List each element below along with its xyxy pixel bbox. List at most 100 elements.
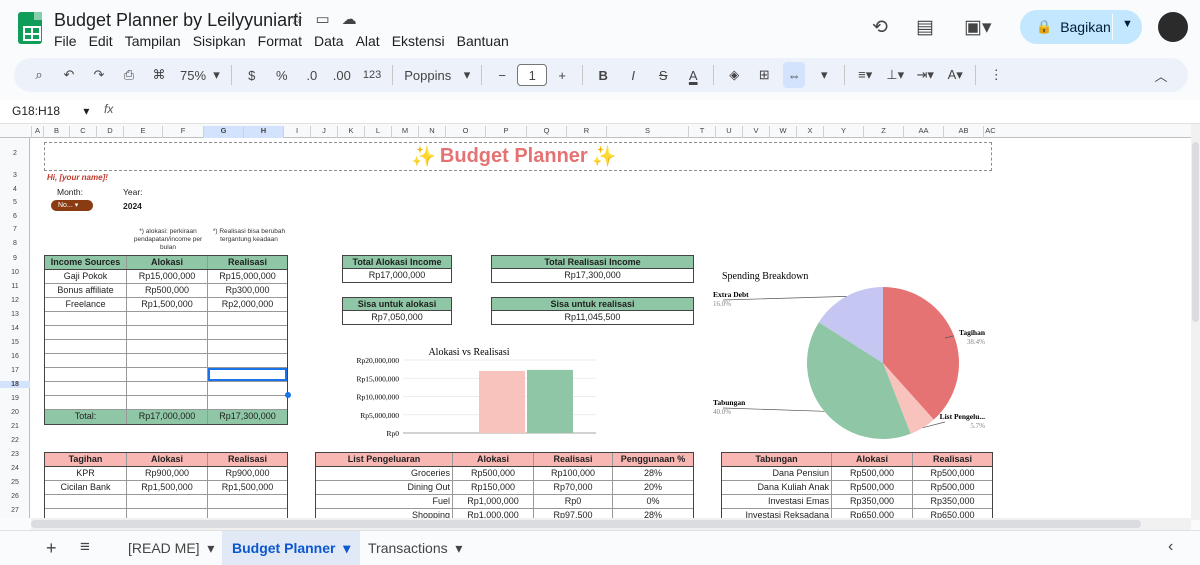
sheet-grid[interactable]: ✨ Budget Planner ✨ Hi, [your name]! Mont… (31, 138, 1191, 518)
cell[interactable]: 28% (613, 467, 693, 480)
cell[interactable]: Rp100,000 (534, 467, 613, 480)
search-icon[interactable]: ⌕ (28, 62, 50, 88)
cell[interactable]: Rp70,000 (534, 481, 613, 494)
menu-edit[interactable]: Edit (89, 33, 113, 49)
add-sheet-icon[interactable]: + (46, 538, 57, 559)
cell[interactable]: Rp650,000 (913, 509, 992, 518)
table-row[interactable]: Freelance Rp1,500,000 Rp2,000,000 (45, 298, 287, 312)
percent-format-button[interactable]: % (271, 62, 293, 88)
column-header-w[interactable]: W (769, 126, 796, 138)
cell[interactable]: Rp650,000 (832, 509, 913, 518)
column-header-s[interactable]: S (606, 126, 688, 138)
text-wrap-icon[interactable]: ⇥▾ (914, 62, 936, 88)
column-header-e[interactable]: E (123, 126, 162, 138)
cell[interactable]: Investasi Reksadana (722, 509, 832, 518)
column-header-l[interactable]: L (364, 126, 391, 138)
undo-icon[interactable]: ↶ (58, 62, 80, 88)
cell[interactable]: 28% (613, 509, 693, 518)
bar-series-2[interactable] (527, 369, 573, 433)
cell[interactable]: 0% (613, 495, 693, 508)
font-size-decrease-icon[interactable]: − (491, 62, 513, 88)
table-row[interactable] (45, 396, 287, 410)
table-row[interactable]: Shopping Rp1,000,000 Rp97,500 28% (316, 509, 693, 518)
font-size-increase-icon[interactable]: + (551, 62, 573, 88)
table-row[interactable] (45, 354, 287, 368)
cell[interactable]: Dining Out (316, 481, 453, 494)
table-row[interactable] (45, 368, 287, 382)
print-icon[interactable]: ⎙ (118, 62, 140, 88)
increase-decimal-button[interactable]: .00 (331, 62, 353, 88)
column-header-h[interactable]: H (243, 126, 283, 138)
cell[interactable]: Rp500,000 (127, 284, 208, 297)
column-header-v[interactable]: V (742, 126, 769, 138)
more-options-icon[interactable]: ⋮ (985, 62, 1007, 88)
cell[interactable]: Rp500,000 (453, 467, 534, 480)
column-header-n[interactable]: N (418, 126, 445, 138)
month-dropdown[interactable]: No... ▾ (51, 200, 93, 211)
cell[interactable]: Rp1,000,000 (453, 509, 534, 518)
row-header-6[interactable]: 6 (0, 213, 30, 220)
row-header-19[interactable]: 19 (0, 395, 30, 402)
table-row[interactable]: Gaji Pokok Rp15,000,000 Rp15,000,000 (45, 270, 287, 284)
menu-help[interactable]: Bantuan (457, 33, 509, 49)
sheet-tab-transactions[interactable]: Transactions ▾ (358, 531, 472, 565)
fill-color-icon[interactable]: ◈ (723, 62, 745, 88)
column-header-t[interactable]: T (688, 126, 715, 138)
table-row[interactable]: Investasi Emas Rp350,000 Rp350,000 (722, 495, 992, 509)
meet-icon[interactable]: ▣▾ (964, 16, 992, 39)
strikethrough-icon[interactable]: S (652, 62, 674, 88)
column-header-a[interactable]: A (31, 126, 43, 138)
row-header-8[interactable]: 8 (0, 240, 30, 247)
cell[interactable]: Rp1,000,000 (453, 495, 534, 508)
star-icon[interactable]: ☆ (290, 10, 303, 28)
scrollbar-thumb[interactable] (31, 520, 1141, 528)
row-header-20[interactable]: 20 (0, 409, 30, 416)
column-header-d[interactable]: D (96, 126, 123, 138)
scrollbar-thumb[interactable] (1192, 142, 1199, 322)
column-header-f[interactable]: F (162, 126, 203, 138)
cell[interactable]: KPR (45, 467, 127, 480)
table-row[interactable] (45, 509, 287, 518)
row-header-7[interactable]: 7 (0, 226, 30, 233)
cell[interactable]: Rp15,000,000 (127, 270, 208, 283)
row-header-23[interactable]: 23 (0, 451, 30, 458)
bold-icon[interactable]: B (592, 62, 614, 88)
column-header-c[interactable]: C (69, 126, 96, 138)
column-header-m[interactable]: M (391, 126, 418, 138)
column-header-b[interactable]: B (43, 126, 69, 138)
cell[interactable]: Rp350,000 (913, 495, 992, 508)
cell[interactable]: Dana Pensiun (722, 467, 832, 480)
menu-file[interactable]: File (54, 33, 77, 49)
menu-view[interactable]: Tampilan (125, 33, 181, 49)
cell[interactable]: Rp0 (534, 495, 613, 508)
sidebar-toggle-icon[interactable]: ‹ (1168, 538, 1173, 556)
vertical-scrollbar[interactable] (1191, 124, 1200, 520)
column-header-ac[interactable]: AC (983, 126, 997, 138)
table-row[interactable]: KPR Rp900,000 Rp900,000 (45, 467, 287, 481)
menu-extensions[interactable]: Ekstensi (392, 33, 445, 49)
row-header-9[interactable]: 9 (0, 255, 30, 262)
cell[interactable]: Rp500,000 (913, 467, 992, 480)
table-row[interactable] (45, 495, 287, 509)
cell[interactable]: Rp900,000 (208, 467, 287, 480)
table-row[interactable]: Groceries Rp500,000 Rp100,000 28% (316, 467, 693, 481)
move-folder-icon[interactable]: ▭ (315, 10, 329, 28)
selection-handle[interactable] (285, 392, 291, 398)
cell[interactable]: Investasi Emas (722, 495, 832, 508)
merge-cells-icon[interactable]: ⇔ (783, 62, 806, 88)
cell[interactable]: Rp97,500 (534, 509, 613, 518)
table-row[interactable]: Investasi Reksadana Rp650,000 Rp650,000 (722, 509, 992, 518)
cell[interactable]: Rp1,500,000 (208, 481, 287, 494)
sheet-tab-readme[interactable]: [READ ME] ▾ (118, 531, 224, 565)
column-header-ab[interactable]: AB (943, 126, 983, 138)
row-header-17[interactable]: 17 (0, 367, 30, 374)
cell[interactable]: Rp150,000 (453, 481, 534, 494)
horizontal-scrollbar[interactable] (31, 518, 1191, 530)
table-row[interactable]: Fuel Rp1,000,000 Rp0 0% (316, 495, 693, 509)
menu-tools[interactable]: Alat (356, 33, 380, 49)
row-header-11[interactable]: 11 (0, 283, 30, 290)
zoom-select[interactable]: 75% ▾ (178, 62, 222, 88)
all-sheets-icon[interactable]: ≡ (80, 537, 90, 557)
column-header-o[interactable]: O (445, 126, 485, 138)
cell[interactable]: Rp500,000 (832, 467, 913, 480)
